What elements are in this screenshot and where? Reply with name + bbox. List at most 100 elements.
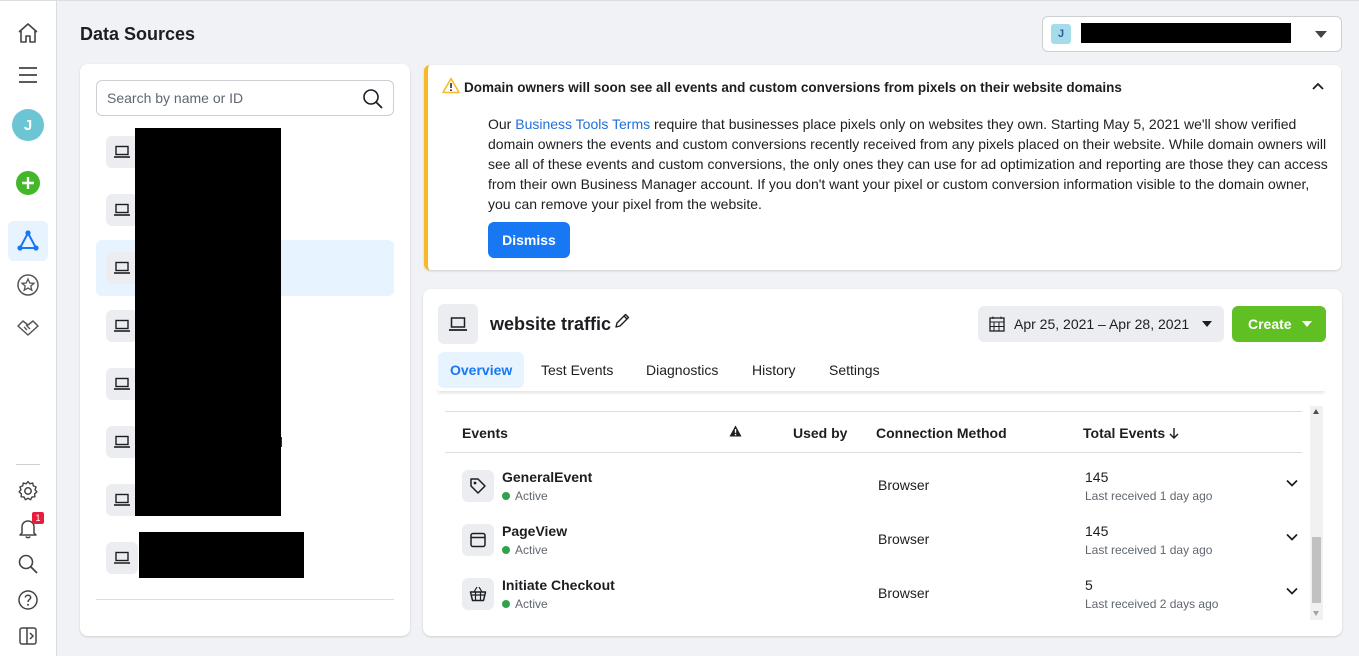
computer-icon bbox=[438, 304, 478, 344]
connection-method: Browser bbox=[878, 477, 930, 493]
tab-overview[interactable]: Overview bbox=[438, 352, 525, 388]
page-title: Data Sources bbox=[80, 24, 196, 44]
table-row[interactable]: GeneralEvent Active Browser 145 Last rec… bbox=[445, 467, 1302, 521]
redacted-name-block bbox=[139, 532, 304, 578]
create-icon[interactable] bbox=[8, 163, 48, 203]
chevron-up-icon[interactable] bbox=[1311, 81, 1325, 91]
header-events[interactable]: Events bbox=[462, 425, 508, 441]
connection-method: Browser bbox=[878, 585, 930, 601]
warning-icon bbox=[442, 77, 460, 94]
account-selector[interactable]: J bbox=[1042, 16, 1342, 52]
computer-icon bbox=[106, 426, 138, 458]
scroll-up-arrow-icon[interactable] bbox=[1313, 409, 1319, 414]
total-events: 5 bbox=[1085, 577, 1093, 593]
event-status: Active bbox=[502, 489, 548, 503]
header-total-events[interactable]: Total Events bbox=[1083, 425, 1179, 441]
computer-icon bbox=[106, 310, 138, 342]
data-source-list-panel: el bbox=[80, 64, 410, 636]
search-icon[interactable] bbox=[8, 544, 48, 584]
table-row[interactable]: Initiate Checkout Active Browser 5 Last … bbox=[445, 575, 1302, 629]
home-icon[interactable] bbox=[8, 13, 48, 53]
warning-icon bbox=[729, 425, 742, 437]
header-total-events-label: Total Events bbox=[1083, 425, 1166, 441]
last-received: Last received 1 day ago bbox=[1085, 489, 1213, 503]
chevron-down-icon bbox=[1302, 321, 1312, 327]
banner-title: Domain owners will soon see all events a… bbox=[464, 80, 1122, 95]
total-events: 145 bbox=[1085, 523, 1109, 539]
star-icon[interactable] bbox=[8, 265, 48, 305]
computer-icon bbox=[106, 136, 138, 168]
status-dot bbox=[502, 600, 510, 608]
rail-divider bbox=[16, 464, 40, 465]
redacted-names-block bbox=[135, 128, 281, 516]
last-received: Last received 1 day ago bbox=[1085, 543, 1213, 557]
panel-toggle-icon[interactable] bbox=[8, 616, 48, 656]
events-scrollbar[interactable] bbox=[1310, 406, 1323, 620]
computer-icon bbox=[106, 484, 138, 516]
events-manager-icon[interactable] bbox=[8, 221, 48, 261]
status-dot bbox=[502, 492, 510, 500]
browser-window-icon bbox=[462, 524, 494, 556]
create-button[interactable]: Create bbox=[1232, 306, 1326, 342]
event-name: Initiate Checkout bbox=[502, 577, 615, 593]
scroll-thumb[interactable] bbox=[1312, 537, 1321, 603]
pixel-title: website traffic bbox=[490, 314, 612, 334]
event-status-text: Active bbox=[515, 489, 548, 503]
header-used-by[interactable]: Used by bbox=[793, 425, 847, 441]
scroll-down-arrow-icon[interactable] bbox=[1313, 611, 1319, 616]
avatar-initial: J bbox=[12, 109, 44, 141]
search-icon[interactable] bbox=[361, 87, 385, 111]
tab-settings[interactable]: Settings bbox=[817, 352, 892, 388]
dismiss-button[interactable]: Dismiss bbox=[488, 222, 570, 258]
create-button-label: Create bbox=[1248, 316, 1292, 332]
event-status-text: Active bbox=[515, 597, 548, 611]
chevron-down-icon[interactable] bbox=[1286, 587, 1298, 595]
event-status: Active bbox=[502, 543, 548, 557]
event-name: GeneralEvent bbox=[502, 469, 593, 485]
edit-pencil-icon[interactable] bbox=[613, 312, 631, 330]
redacted-account-name bbox=[1081, 23, 1291, 43]
computer-icon bbox=[106, 194, 138, 226]
computer-icon bbox=[106, 542, 138, 574]
top-border bbox=[57, 0, 1359, 4]
basket-icon bbox=[462, 578, 494, 610]
date-range-picker[interactable]: Apr 25, 2021 – Apr 28, 2021 bbox=[978, 306, 1224, 342]
date-range-text: Apr 25, 2021 – Apr 28, 2021 bbox=[1014, 316, 1190, 332]
chevron-down-icon[interactable] bbox=[1286, 533, 1298, 541]
tab-diagnostics[interactable]: Diagnostics bbox=[634, 352, 730, 388]
event-status: Active bbox=[502, 597, 548, 611]
help-icon[interactable] bbox=[8, 580, 48, 620]
search-input[interactable] bbox=[97, 81, 357, 115]
domain-owner-notice-banner: Domain owners will soon see all events a… bbox=[424, 65, 1341, 270]
pixel-detail-panel: website traffic Apr 25, 2021 – Apr 28, 2… bbox=[423, 289, 1342, 636]
banner-body-prefix: Our bbox=[488, 116, 516, 132]
tag-icon bbox=[462, 470, 494, 502]
business-tools-terms-link[interactable]: Business Tools Terms bbox=[515, 116, 650, 132]
total-events: 145 bbox=[1085, 469, 1109, 485]
computer-icon bbox=[106, 368, 138, 400]
chevron-down-icon[interactable] bbox=[1286, 479, 1298, 487]
search-box bbox=[96, 80, 394, 116]
event-name: PageView bbox=[502, 523, 568, 539]
table-row[interactable]: PageView Active Browser 145 Last receive… bbox=[445, 521, 1302, 575]
tabs-divider bbox=[438, 387, 1324, 391]
connection-method: Browser bbox=[878, 531, 930, 547]
settings-icon[interactable] bbox=[8, 471, 48, 511]
notifications-icon[interactable]: 1 bbox=[8, 508, 48, 548]
profile-avatar[interactable]: J bbox=[8, 105, 48, 145]
table-header: Events Used by Connection Method Total E… bbox=[445, 411, 1302, 453]
banner-body: Our Business Tools Terms require that bu… bbox=[488, 114, 1330, 214]
header-connection-method[interactable]: Connection Method bbox=[876, 425, 1007, 441]
last-received: Last received 2 days ago bbox=[1085, 597, 1219, 611]
list-divider bbox=[96, 599, 394, 600]
calendar-icon bbox=[989, 316, 1005, 332]
tab-history[interactable]: History bbox=[740, 352, 808, 388]
chevron-down-icon bbox=[1315, 31, 1327, 38]
status-dot bbox=[502, 546, 510, 554]
partner-icon[interactable] bbox=[8, 307, 48, 347]
menu-icon[interactable] bbox=[8, 55, 48, 95]
computer-icon bbox=[106, 252, 138, 284]
tab-test-events[interactable]: Test Events bbox=[529, 352, 625, 388]
account-avatar: J bbox=[1051, 24, 1071, 44]
chevron-down-icon bbox=[1202, 321, 1212, 327]
